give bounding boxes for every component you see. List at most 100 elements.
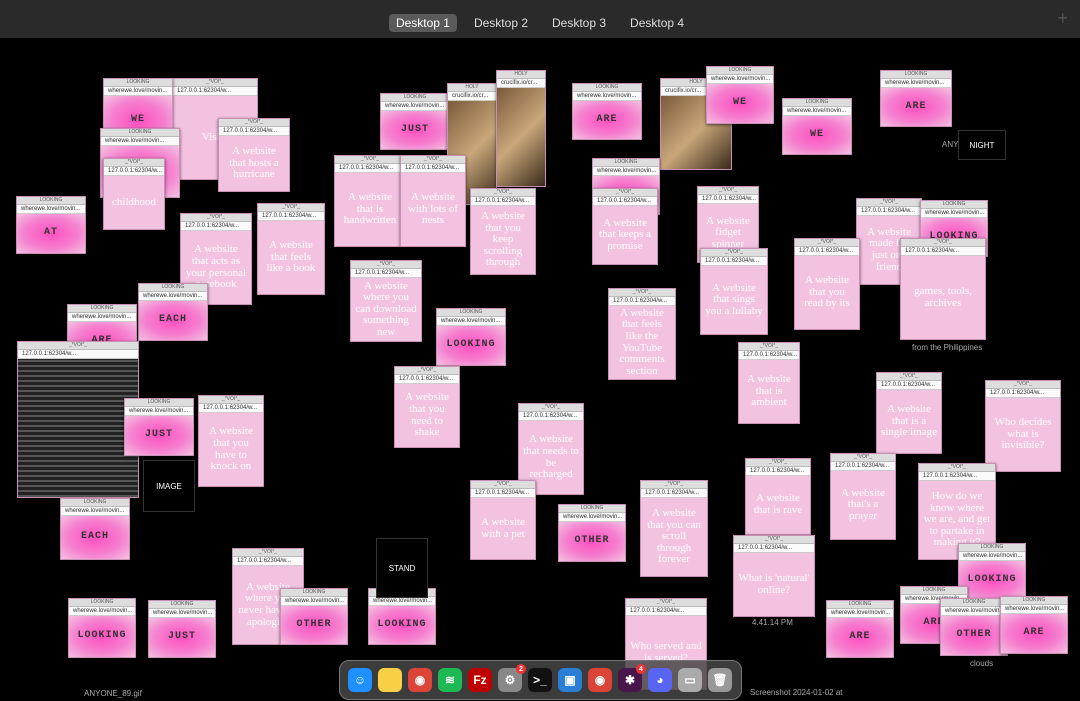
address-bar[interactable]: 127.0.0.1:62304/w... <box>519 412 583 421</box>
address-bar[interactable]: 127.0.0.1:62304/w... <box>471 197 535 206</box>
browser-window[interactable]: _*VOI*_ 127.0.0.1:62304/w... A website tha… <box>640 480 708 577</box>
address-bar[interactable]: crucifix.io/cr... <box>448 92 496 101</box>
window-titlebar[interactable]: _*VOI*_ <box>857 199 921 207</box>
browser-window[interactable]: LOOKINGwherewe.love/movin...ARE <box>826 600 894 658</box>
window-titlebar[interactable]: LOOKING <box>707 67 773 75</box>
window-titlebar[interactable]: _*VOI*_ <box>471 189 535 197</box>
add-space-button[interactable]: + <box>1057 8 1068 29</box>
window-titlebar[interactable]: _*VOI*_ <box>701 249 767 257</box>
address-bar[interactable]: wherewe.love/movin... <box>104 87 172 96</box>
window-titlebar[interactable]: _*VOI*_ <box>831 454 895 462</box>
address-bar[interactable]: wherewe.love/movin... <box>437 317 505 326</box>
window-titlebar[interactable]: LOOKING <box>881 71 951 79</box>
browser-window[interactable]: _*VOI*_ 127.0.0.1:62304/w... A website wit… <box>400 155 466 247</box>
chrome-icon[interactable]: ◉ <box>408 668 432 692</box>
browser-window[interactable]: _*VOI*_ 127.0.0.1:62304/w... A website tha… <box>608 288 676 380</box>
window-titlebar[interactable]: LOOKING <box>381 94 449 102</box>
address-bar[interactable]: wherewe.love/movin... <box>281 597 347 606</box>
window-titlebar[interactable]: HOLY <box>448 84 496 92</box>
address-bar[interactable]: 127.0.0.1:62304/w... <box>609 297 675 306</box>
address-bar[interactable]: wherewe.love/movin... <box>959 552 1025 561</box>
window-titlebar[interactable]: _*VOI*_ <box>395 367 459 375</box>
window-titlebar[interactable]: LOOKING <box>437 309 505 317</box>
window-titlebar[interactable]: LOOKING <box>1001 597 1067 605</box>
browser-window[interactable]: LOOKING wherewe.love/movin... JUST <box>124 398 194 456</box>
space-tab-1[interactable]: Desktop 1 <box>388 14 457 32</box>
address-bar[interactable]: wherewe.love/movin... <box>593 167 659 176</box>
browser-window[interactable]: _*VOI*_ 127.0.0.1:62304/w... A website tha… <box>738 342 800 424</box>
browser-window[interactable]: _*VOI*_ 127.0.0.1:62304/w... childhood <box>103 158 165 230</box>
preview-icon[interactable]: ▭ <box>678 668 702 692</box>
browser-window[interactable]: LOOKING wherewe.love/movin... JUST <box>380 93 450 150</box>
browser-window[interactable]: _*VOI*_ 127.0.0.1:62304/w... A website tha… <box>794 238 860 330</box>
window-titlebar[interactable]: LOOKING <box>68 305 136 313</box>
window-titlebar[interactable]: _*VOI*_ <box>877 373 941 381</box>
window-titlebar[interactable]: LOOKING <box>783 99 851 107</box>
window-titlebar[interactable]: _*VOI*_ <box>519 404 583 412</box>
address-bar[interactable]: 127.0.0.1:62304/w... <box>698 195 758 204</box>
browser-window[interactable]: _*VOI*_ 127.0.0.1:62304/w... A website tha… <box>470 188 536 275</box>
window-titlebar[interactable]: LOOKING <box>101 129 179 137</box>
address-bar[interactable]: wherewe.love/movin... <box>69 607 135 616</box>
address-bar[interactable]: 127.0.0.1:62304/w... <box>641 489 707 498</box>
black-tile[interactable]: NIGHT <box>958 130 1006 160</box>
address-bar[interactable]: wherewe.love/movin... <box>559 513 625 522</box>
space-tab-4[interactable]: Desktop 4 <box>623 14 691 32</box>
window-titlebar[interactable]: _*VOI*_ <box>641 481 707 489</box>
address-bar[interactable]: 127.0.0.1:62304/w... <box>395 375 459 384</box>
window-titlebar[interactable]: _*VOI*_ <box>173 79 257 87</box>
browser-window[interactable]: HOLY crucifix.io/cr... <box>496 70 546 187</box>
window-titlebar[interactable]: LOOKING <box>593 159 659 167</box>
window-titlebar[interactable]: _*VOI*_ <box>233 549 303 557</box>
address-bar[interactable]: 127.0.0.1:62304/w... <box>986 389 1060 398</box>
address-bar[interactable]: 127.0.0.1:62304/w... <box>199 404 263 413</box>
browser-window[interactable]: _*VOI*_ 127.0.0.1:62304/w... A website wit… <box>470 480 536 560</box>
address-bar[interactable]: 127.0.0.1:62304/w... <box>471 489 535 498</box>
window-titlebar[interactable]: _*VOI*_ <box>104 159 164 167</box>
address-bar[interactable]: 127.0.0.1:62304/w... <box>258 212 324 221</box>
window-titlebar[interactable]: _*VOI*_ <box>181 214 251 222</box>
window-titlebar[interactable]: _*VOI*_ <box>739 343 799 351</box>
window-titlebar[interactable]: LOOKING <box>827 601 893 609</box>
window-titlebar[interactable]: _*VOI*_ <box>219 119 289 127</box>
notes-icon[interactable] <box>378 668 402 692</box>
address-bar[interactable]: 127.0.0.1:62304/w... <box>734 544 814 553</box>
browser-window[interactable]: _*VOI*_ 127.0.0.1:62304/w... A website tha… <box>592 188 658 265</box>
address-bar[interactable]: wherewe.love/movin... <box>881 79 951 88</box>
address-bar[interactable]: 127.0.0.1:62304/w... <box>173 87 257 96</box>
address-bar[interactable]: wherewe.love/movin... <box>101 137 179 146</box>
address-bar[interactable]: 127.0.0.1:62304/w... <box>857 207 921 216</box>
filezilla-icon[interactable]: Fz <box>468 668 492 692</box>
window-titlebar[interactable]: _*VOI*_ <box>795 239 859 247</box>
browser-window[interactable]: _*VOI*_ 127.0.0.1:62304/w... A website tha… <box>830 453 896 540</box>
browser-window[interactable]: LOOKINGwherewe.love/movin...OTHER <box>280 588 348 645</box>
window-titlebar[interactable]: LOOKING <box>921 201 987 209</box>
window-titlebar[interactable]: LOOKING <box>61 499 129 507</box>
window-titlebar[interactable]: LOOKING <box>901 587 967 595</box>
browser-window[interactable]: _*VOI*_ 127.0.0.1:62304/w... A website tha… <box>394 366 460 448</box>
slack-icon[interactable]: ✱ 4 <box>618 664 646 692</box>
window-titlebar[interactable]: LOOKING <box>125 399 193 407</box>
browser-window[interactable]: _*VOI*_ 127.0.0.1:62304/w... What is 'natu… <box>733 535 815 617</box>
address-bar[interactable]: wherewe.love/movin... <box>827 609 893 618</box>
address-bar[interactable]: wherewe.love/movin... <box>125 407 193 416</box>
address-bar[interactable]: wherewe.love/movin... <box>921 209 987 218</box>
browser-window[interactable]: LOOKING wherewe.love/movin... AT <box>16 196 86 254</box>
browser-window[interactable]: _*VOI*_ 127.0.0.1:62304/w... A website tha… <box>334 155 406 247</box>
address-bar[interactable]: 127.0.0.1:62304/w... <box>901 247 985 256</box>
browser-window[interactable]: LOOKINGwherewe.love/movin...LOOKING <box>68 598 136 658</box>
address-bar[interactable]: 127.0.0.1:62304/w... <box>739 351 799 360</box>
window-titlebar[interactable]: _*VOI*_ <box>986 381 1060 389</box>
address-bar[interactable]: 127.0.0.1:62304/w... <box>351 269 421 278</box>
address-bar[interactable]: 127.0.0.1:62304/w... <box>233 557 303 566</box>
browser-window[interactable]: _*VOI*_ 127.0.0.1:62304/w... A website tha… <box>198 395 264 487</box>
window-titlebar[interactable]: LOOKING <box>139 284 207 292</box>
address-bar[interactable]: 127.0.0.1:62304/w... <box>701 257 767 266</box>
window-titlebar[interactable]: _*VOI*_ <box>258 204 324 212</box>
browser-window[interactable]: LOOKINGwherewe.love/movin...ARE <box>880 70 952 127</box>
browser-window[interactable]: LOOKINGwherewe.love/movin...LOOKING <box>436 308 506 366</box>
address-bar[interactable]: 127.0.0.1:62304/w... <box>795 247 859 256</box>
window-titlebar[interactable]: LOOKING <box>559 505 625 513</box>
browser-window[interactable]: LOOKING wherewe.love/movin... JUST <box>148 600 216 658</box>
browser-window[interactable]: _*VOI*_ 127.0.0.1:62304/w... A website tha… <box>218 118 290 192</box>
